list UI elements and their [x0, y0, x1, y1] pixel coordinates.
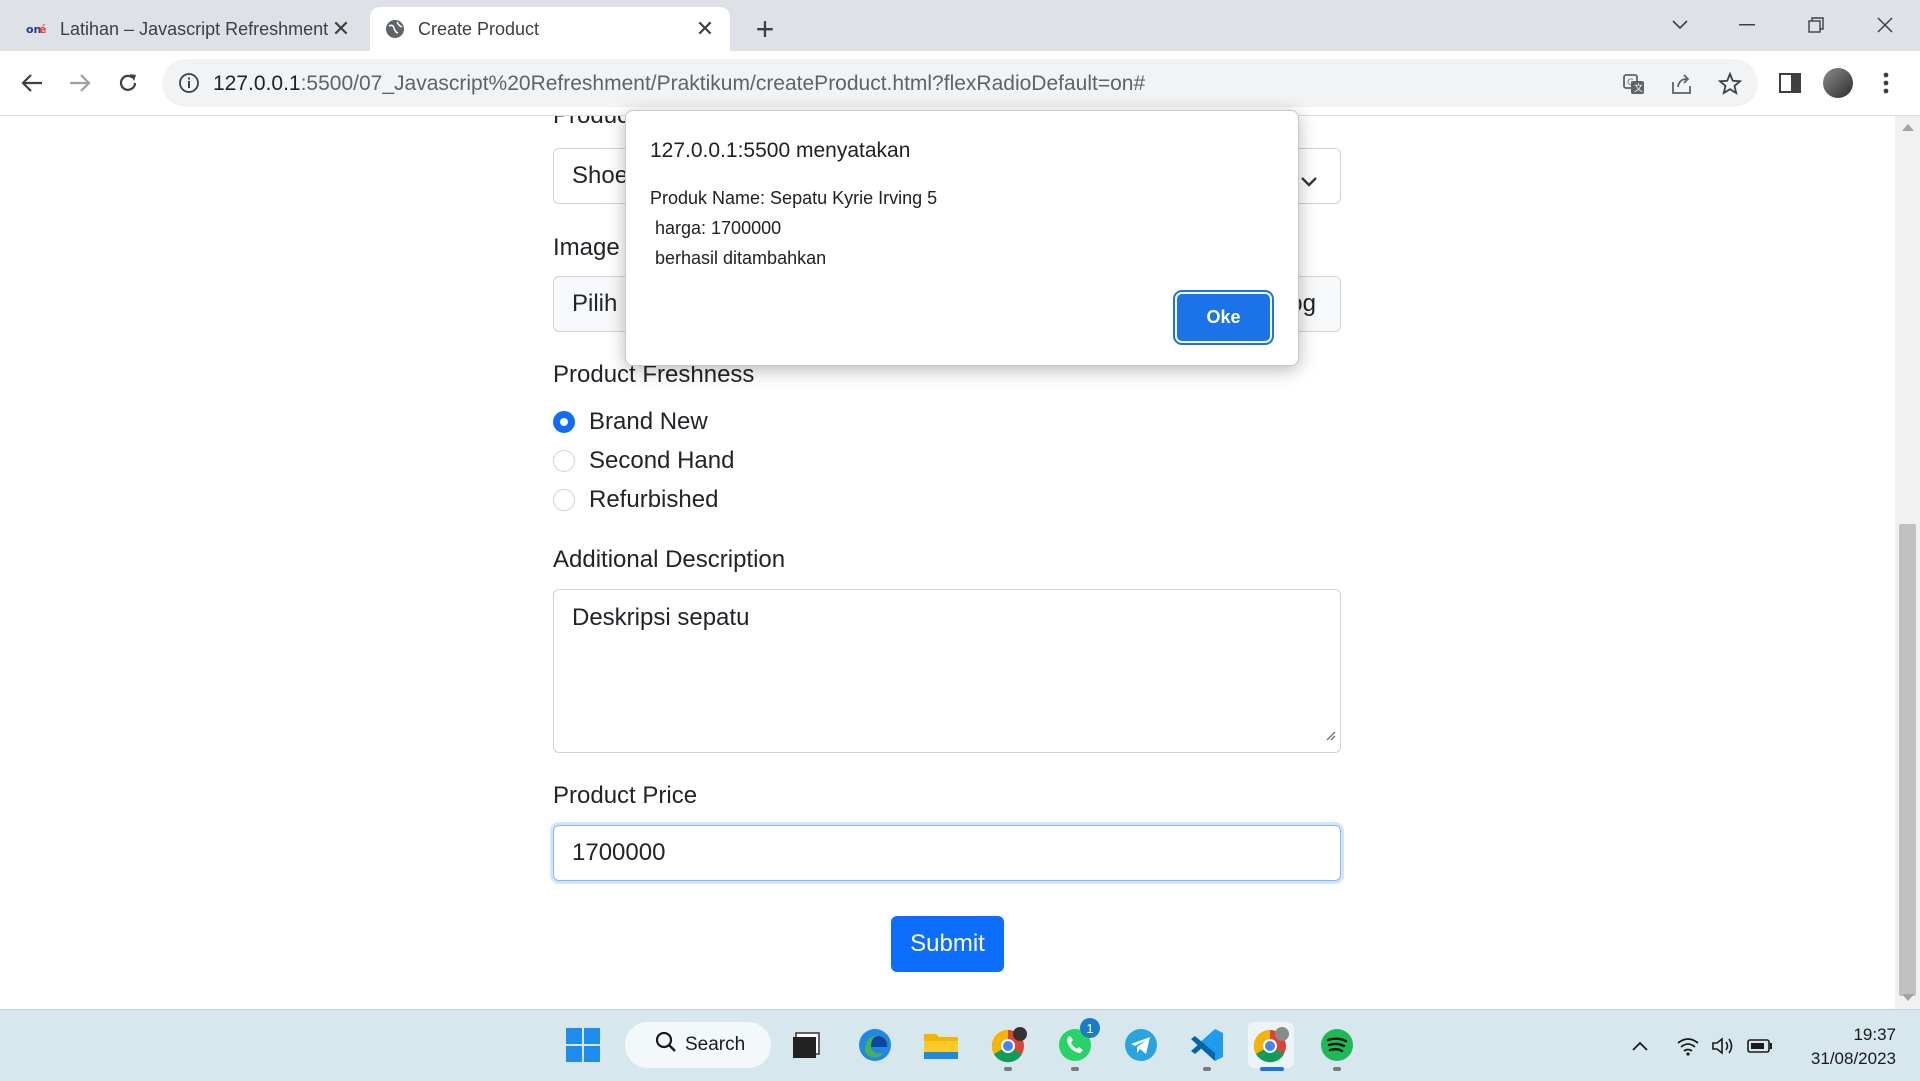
whatsapp-icon[interactable]: 1: [1052, 1018, 1100, 1068]
ok-button[interactable]: Oke: [1177, 294, 1270, 341]
active-indicator: [1260, 1067, 1284, 1071]
tab-title: Latihan – Javascript Refreshment: [60, 18, 329, 39]
chrome-profile-icon[interactable]: [986, 1022, 1032, 1068]
vscode-icon[interactable]: [1184, 1022, 1230, 1068]
notification-badge: 1: [1080, 1018, 1100, 1038]
dialog-title: 127.0.0.1:5500 menyatakan: [650, 139, 911, 162]
submit-button[interactable]: Submit: [891, 916, 1004, 972]
radio-button[interactable]: [553, 489, 575, 511]
scrollbar-thumb[interactable]: [1899, 524, 1916, 996]
radio-second-hand[interactable]: Second Hand: [553, 447, 734, 475]
back-arrow-icon[interactable]: [14, 65, 50, 101]
minimize-icon[interactable]: [1727, 8, 1767, 42]
running-indicator: [1203, 1067, 1211, 1071]
browser-toolbar: 127.0.0.1:5500/07_Javascript%20Refreshme…: [0, 51, 1920, 116]
more-menu-icon[interactable]: [1868, 65, 1904, 101]
radio-button[interactable]: [553, 450, 575, 472]
tab-latihan[interactable]: on é Latihan – Javascript Refreshment ✕: [12, 7, 366, 51]
file-explorer-icon[interactable]: [918, 1022, 964, 1068]
windows-start-icon[interactable]: [560, 1022, 606, 1068]
tab-strip: on é Latihan – Javascript Refreshment ✕ C…: [0, 0, 1920, 51]
telegram-icon[interactable]: [1118, 1022, 1164, 1068]
globe-icon: [384, 18, 406, 40]
running-indicator: [1333, 1067, 1341, 1071]
tab-create-product[interactable]: Create Product ✕: [370, 7, 730, 51]
svg-text:é: é: [39, 23, 46, 36]
clock-date: 31/08/2023: [1810, 1049, 1896, 1068]
price-value: 1700000: [572, 839, 666, 866]
volume-icon[interactable]: [1710, 1032, 1738, 1060]
close-tab-icon[interactable]: ✕: [330, 16, 352, 41]
clock-time: 19:37: [1853, 1025, 1896, 1044]
description-textarea[interactable]: Deskripsi sepatu: [553, 589, 1341, 753]
dialog-message-line: berhasil ditambahkan: [650, 248, 827, 268]
page-scrollbar[interactable]: [1895, 116, 1920, 1009]
site-info-icon[interactable]: [178, 72, 200, 94]
radio-refurbished[interactable]: Refurbished: [553, 486, 718, 514]
product-category-label: Produc: [553, 116, 629, 130]
url-host: 127.0.0.1: [213, 72, 301, 95]
svg-text:文: 文: [1634, 82, 1643, 94]
radio-label: Second Hand: [589, 447, 735, 474]
side-panel-icon[interactable]: [1772, 65, 1808, 101]
address-bar[interactable]: 127.0.0.1:5500/07_Javascript%20Refreshme…: [162, 59, 1758, 107]
dialog-message-line: harga: 1700000: [650, 218, 782, 238]
tab-search-icon[interactable]: [1660, 8, 1700, 42]
search-label: Search: [685, 1034, 746, 1055]
radio-label: Refurbished: [589, 486, 719, 513]
url-path: :5500/07_Javascript%20Refreshment/Prakti…: [300, 72, 1146, 95]
chevron-up-icon[interactable]: [1626, 1032, 1654, 1060]
url-text: 127.0.0.1:5500/07_Javascript%20Refreshme…: [213, 72, 1145, 96]
edge-icon[interactable]: [852, 1022, 898, 1068]
taskbar: Search 1 19:37 31/08/2023: [0, 1009, 1920, 1081]
description-text: Deskripsi sepatu: [572, 604, 750, 631]
one-logo-icon: on é: [26, 18, 48, 40]
additional-description-label: Additional Description: [553, 546, 786, 573]
radio-brand-new[interactable]: Brand New: [553, 408, 708, 436]
alert-dialog: 127.0.0.1:5500 menyatakan Produk Name: S…: [625, 110, 1299, 366]
share-icon[interactable]: [1669, 71, 1695, 97]
tab-title: Create Product: [418, 18, 540, 39]
taskbar-search[interactable]: Search: [625, 1022, 771, 1068]
radio-label: Brand New: [589, 408, 708, 435]
running-indicator: [1071, 1067, 1079, 1071]
reload-icon[interactable]: [110, 65, 146, 101]
wifi-icon[interactable]: [1674, 1032, 1702, 1060]
task-view-icon[interactable]: [783, 1022, 829, 1068]
price-input[interactable]: 1700000: [553, 825, 1341, 881]
scroll-up-icon[interactable]: [1902, 124, 1914, 131]
chevron-down-icon: [1300, 167, 1318, 195]
battery-icon[interactable]: [1746, 1032, 1774, 1060]
search-icon: [655, 1031, 677, 1059]
spotify-icon[interactable]: [1314, 1022, 1360, 1068]
radio-button[interactable]: [553, 411, 575, 433]
clock[interactable]: 19:37 31/08/2023: [1786, 1023, 1896, 1071]
image-label: Image: [553, 234, 620, 261]
dialog-message: Produk Name: Sepatu Kyrie Irving 5 harga…: [650, 183, 937, 273]
new-tab-button[interactable]: +: [748, 11, 782, 47]
forward-arrow-icon[interactable]: [62, 65, 98, 101]
scroll-down-icon[interactable]: [1902, 994, 1914, 1001]
resize-handle-icon[interactable]: [1324, 720, 1336, 748]
restore-icon[interactable]: [1796, 8, 1836, 42]
choose-file-button[interactable]: Pilih: [572, 290, 617, 318]
product-category-value: Shoe: [572, 162, 629, 189]
translate-icon[interactable]: G文: [1621, 71, 1647, 97]
profile-avatar[interactable]: [1820, 65, 1856, 101]
bookmark-star-icon[interactable]: [1717, 71, 1743, 97]
running-indicator: [1004, 1067, 1012, 1071]
close-window-icon[interactable]: [1865, 8, 1905, 42]
close-tab-icon[interactable]: ✕: [694, 16, 716, 41]
dialog-message-line: Produk Name: Sepatu Kyrie Irving 5: [650, 188, 938, 208]
product-price-label: Product Price: [553, 782, 698, 809]
chrome-active-icon[interactable]: [1248, 1022, 1294, 1068]
